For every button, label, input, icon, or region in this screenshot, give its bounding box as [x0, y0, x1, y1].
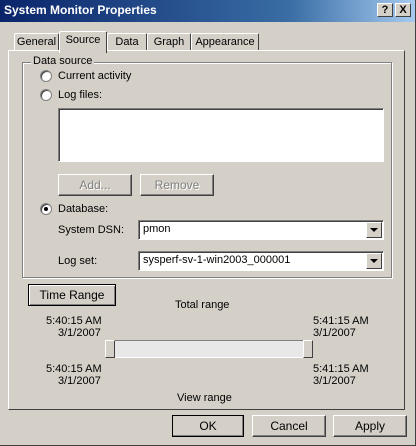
log-set-label: Log set:	[58, 255, 98, 267]
radio-selected-dot	[44, 207, 48, 211]
cancel-button[interactable]: Cancel	[252, 415, 326, 437]
system-dsn-select[interactable]: pmon	[138, 220, 384, 240]
total-start-date: 3/1/2007	[58, 327, 101, 339]
current-activity-radio[interactable]	[40, 70, 52, 82]
data-source-label: Data source	[31, 55, 95, 67]
system-dsn-label: System DSN:	[58, 224, 125, 236]
remove-button[interactable]: Remove	[140, 174, 214, 196]
title-bar[interactable]: System Monitor Properties ? X	[0, 0, 415, 22]
chevron-down-icon[interactable]	[366, 222, 382, 238]
current-activity-label[interactable]: Current activity	[58, 70, 131, 82]
tab-source[interactable]: Source	[59, 31, 107, 53]
system-dsn-value: pmon	[143, 223, 171, 235]
log-set-select[interactable]: sysperf-sv-1-win2003_000001	[138, 251, 384, 271]
log-files-label[interactable]: Log files:	[58, 89, 102, 101]
help-button[interactable]: ?	[377, 3, 393, 17]
view-start-time: 5:40:15 AM	[46, 363, 102, 375]
tab-general[interactable]: General	[14, 33, 59, 51]
chevron-down-icon[interactable]	[366, 253, 382, 269]
add-button[interactable]: Add...	[58, 174, 132, 196]
apply-button[interactable]: Apply	[333, 415, 407, 437]
database-label[interactable]: Database:	[58, 203, 108, 215]
view-end-time: 5:41:15 AM	[313, 363, 369, 375]
view-start-date: 3/1/2007	[58, 375, 101, 387]
database-radio[interactable]	[40, 203, 52, 215]
tab-data[interactable]: Data	[107, 33, 147, 51]
time-range-button[interactable]: Time Range	[28, 284, 116, 306]
tab-appearance[interactable]: Appearance	[191, 33, 259, 51]
properties-dialog: System Monitor Properties ? X General So…	[0, 0, 416, 446]
total-start-time: 5:40:15 AM	[46, 315, 102, 327]
view-end-date: 3/1/2007	[313, 375, 356, 387]
tab-graph[interactable]: Graph	[147, 33, 191, 51]
close-button[interactable]: X	[395, 3, 411, 17]
time-range-slider[interactable]	[105, 340, 313, 358]
total-end-date: 3/1/2007	[313, 327, 356, 339]
view-range-label: View range	[177, 392, 232, 404]
log-files-radio[interactable]	[40, 89, 52, 101]
window-title: System Monitor Properties	[4, 3, 157, 17]
ok-button[interactable]: OK	[172, 415, 244, 437]
start-slider-handle[interactable]	[105, 340, 115, 358]
total-end-time: 5:41:15 AM	[313, 315, 369, 327]
total-range-label: Total range	[175, 299, 230, 311]
log-files-list[interactable]	[58, 108, 384, 162]
end-slider-handle[interactable]	[303, 340, 313, 358]
log-set-value: sysperf-sv-1-win2003_000001	[143, 254, 291, 266]
